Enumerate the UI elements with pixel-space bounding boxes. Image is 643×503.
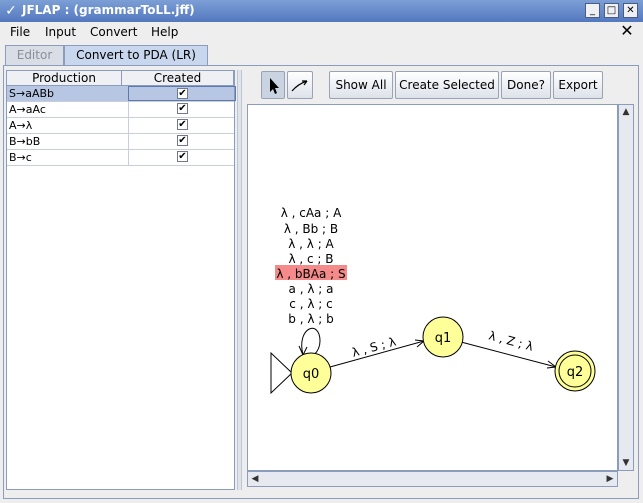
maximize-button[interactable]: □ (604, 3, 619, 18)
table-row[interactable]: A→aAc ✔ (7, 102, 234, 118)
scroll-left-icon[interactable]: ◀ (248, 472, 262, 486)
header-created[interactable]: Created (122, 71, 234, 86)
created-checkbox[interactable]: ✔ (177, 151, 188, 162)
title-bar: ✓ JFLAP : (grammarToLL.jff) _ □ ✕ (0, 0, 643, 23)
export-button[interactable]: Export (553, 71, 603, 99)
created-checkbox[interactable]: ✔ (177, 119, 188, 130)
loop-label-highlighted[interactable]: λ , bBAa ; S (276, 267, 345, 281)
transition-arrow-icon (291, 80, 308, 92)
loop-label[interactable]: c , λ ; c (289, 297, 332, 311)
state-label: q2 (567, 365, 584, 380)
create-selected-button[interactable]: Create Selected (395, 71, 499, 99)
table-row[interactable]: A→λ ✔ (7, 118, 234, 134)
production-cell: B→bB (9, 135, 41, 148)
menu-input[interactable]: Input (45, 25, 76, 39)
table-row[interactable]: B→c ✔ (7, 150, 234, 166)
automaton-diagram: λ , cAa ; A λ , Bb ; B λ , λ ; A λ , c ;… (270, 206, 596, 395)
close-window-button[interactable]: ✕ (623, 3, 638, 18)
minimize-button[interactable]: _ (585, 3, 600, 18)
transition-tool[interactable] (287, 71, 313, 99)
automaton-canvas[interactable]: λ , cAa ; A λ , Bb ; B λ , λ ; A λ , c ;… (247, 104, 618, 471)
header-production[interactable]: Production (7, 71, 122, 86)
menu-file[interactable]: File (10, 25, 30, 39)
created-cell: ✔ (128, 86, 236, 101)
loop-label[interactable]: λ , Bb ; B (284, 222, 338, 236)
window-title: JFLAP : (grammarToLL.jff) (22, 3, 195, 17)
tab-convert-to-pda[interactable]: Convert to PDA (LR) (64, 45, 208, 65)
created-checkbox[interactable]: ✔ (177, 135, 188, 146)
loop-label[interactable]: a , λ ; a (289, 282, 334, 296)
tab-editor[interactable]: Editor (5, 45, 64, 65)
production-cell: B→c (9, 151, 32, 164)
created-cell: ✔ (128, 150, 239, 165)
app-logo-icon: ✓ (5, 3, 17, 19)
production-table: Production Created S→aABb ✔ A→aAc ✔ A→λ … (6, 70, 236, 490)
table-row[interactable]: B→bB ✔ (7, 134, 234, 150)
created-cell: ✔ (128, 134, 239, 149)
created-cell: ✔ (128, 102, 239, 117)
show-all-button[interactable]: Show All (329, 71, 393, 99)
production-cell: A→λ (9, 119, 33, 132)
menu-help[interactable]: Help (151, 25, 178, 39)
pointer-arrow-icon (270, 78, 279, 94)
loop-label[interactable]: λ , c ; B (288, 252, 333, 266)
loop-label[interactable]: λ , λ ; A (288, 237, 334, 251)
initial-state-marker (270, 351, 293, 395)
created-checkbox[interactable]: ✔ (177, 88, 188, 99)
done-button[interactable]: Done? (501, 71, 551, 99)
table-row[interactable]: S→aABb ✔ (7, 86, 236, 102)
split-pane-divider[interactable] (237, 70, 242, 490)
menu-bar: File Input Convert Help (0, 22, 643, 43)
close-tab-icon[interactable]: ✕ (618, 22, 636, 40)
transition-label[interactable]: λ , Z ; λ (487, 328, 535, 353)
created-checkbox[interactable]: ✔ (177, 103, 188, 114)
production-cell: A→aAc (9, 103, 46, 116)
vertical-scrollbar[interactable]: ▲ ▼ (618, 104, 634, 471)
transition-label[interactable]: λ , S ; λ (350, 335, 397, 360)
loop-label[interactable]: λ , cAa ; A (281, 206, 342, 220)
created-cell: ✔ (128, 118, 239, 133)
production-cell: S→aABb (9, 87, 54, 100)
scroll-right-icon[interactable]: ▶ (603, 472, 617, 486)
state-label: q0 (303, 367, 320, 382)
loop-label[interactable]: b , λ ; b (288, 312, 333, 326)
toolbar: Show All Create Selected Done? Export (247, 71, 634, 101)
menu-convert[interactable]: Convert (90, 25, 137, 39)
scroll-up-icon[interactable]: ▲ (619, 105, 633, 119)
horizontal-scrollbar[interactable]: ◀ ▶ (247, 471, 618, 487)
scroll-down-icon[interactable]: ▼ (619, 456, 633, 470)
state-label: q1 (435, 331, 452, 346)
attribute-editor-tool[interactable] (261, 71, 285, 99)
